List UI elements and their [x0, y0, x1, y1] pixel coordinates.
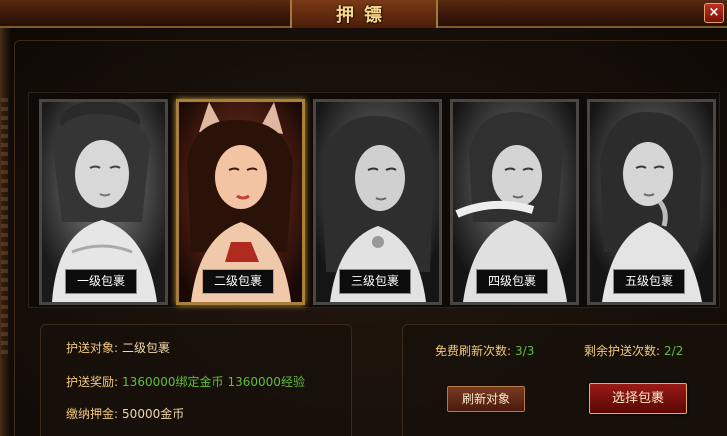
escort-reward-label: 护送奖励:	[66, 375, 119, 389]
free-refresh-stat: 免费刷新次数: 3/3	[435, 342, 534, 359]
refresh-target-button[interactable]: 刷新对象	[447, 386, 525, 412]
package-card-level-4[interactable]: 四级包裹	[450, 99, 579, 305]
package-card-level-3[interactable]: 三级包裹	[313, 99, 442, 305]
escort-left-label: 剩余护送次数:	[584, 344, 661, 358]
choose-package-button[interactable]: 选择包裹	[589, 383, 687, 414]
escort-window: 押镖 × 一级包裹 二级包裹 三级包裹 四级包裹 五级包裹 护送对象: 二级包裹…	[0, 0, 727, 436]
deposit-label: 缴纳押金:	[66, 407, 119, 421]
action-panel	[402, 324, 727, 436]
package-card-level-1[interactable]: 一级包裹	[39, 99, 168, 305]
package-card-strip: 一级包裹 二级包裹 三级包裹 四级包裹 五级包裹	[28, 92, 720, 308]
package-label: 二级包裹	[202, 269, 274, 294]
escort-left-stat: 剩余护送次数: 2/2	[584, 342, 683, 359]
title-bar: 押镖 ×	[0, 0, 727, 28]
free-refresh-label: 免费刷新次数:	[435, 344, 512, 358]
package-label: 一级包裹	[65, 269, 137, 294]
window-title: 押镖	[290, 0, 438, 28]
reward-exp-value: 1360000经验	[227, 375, 305, 389]
escort-target-value: 二级包裹	[122, 341, 171, 355]
escort-target-label: 护送对象:	[66, 341, 119, 355]
escort-target-row: 护送对象: 二级包裹	[66, 339, 170, 356]
package-card-level-5[interactable]: 五级包裹	[587, 99, 716, 305]
deposit-value: 50000金币	[122, 407, 185, 421]
package-card-level-2[interactable]: 二级包裹	[176, 99, 305, 305]
package-label: 四级包裹	[476, 269, 548, 294]
package-label: 五级包裹	[613, 269, 685, 294]
left-frame-rail	[0, 28, 10, 436]
reward-gold-value: 1360000绑定金币	[122, 375, 224, 389]
escort-reward-row: 护送奖励: 1360000绑定金币 1360000经验	[66, 373, 305, 390]
escort-left-value: 2/2	[664, 344, 684, 358]
free-refresh-value: 3/3	[515, 344, 535, 358]
package-label: 三级包裹	[339, 269, 411, 294]
close-icon[interactable]: ×	[704, 3, 724, 23]
deposit-row: 缴纳押金: 50000金币	[66, 405, 184, 422]
